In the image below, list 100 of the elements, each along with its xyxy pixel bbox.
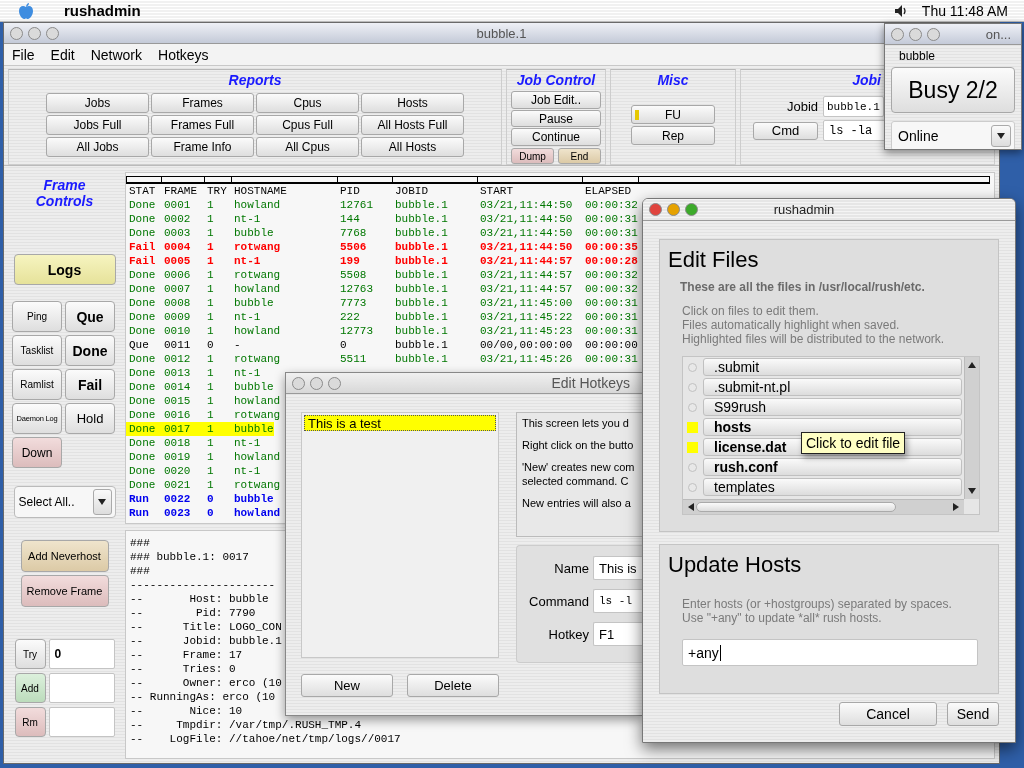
table-row[interactable]: Done 0009 1 nt-1 222 bubble.1 03/21,11:45:22 00:00:31 bbox=[126, 310, 638, 324]
table-row[interactable]: Done 0010 1 howland 12773 bubble.1 03/21,11:45:23 00:00:31 bbox=[126, 324, 638, 338]
frame-button[interactable]: Ramlist bbox=[12, 369, 62, 400]
table-row[interactable]: Fail 0005 1 nt-1 199 bubble.1 03/21,11:44:57 00:00:28 bbox=[126, 254, 638, 268]
report-button[interactable]: All Jobs bbox=[46, 137, 149, 157]
config-entry[interactable]: hosts bbox=[703, 418, 962, 436]
list-item[interactable]: This is a test bbox=[304, 415, 496, 431]
table-row[interactable]: Done 0016 1 rotwang bbox=[126, 408, 281, 422]
jobid-field[interactable]: bubble.1 bbox=[823, 96, 884, 117]
zoom-button[interactable] bbox=[46, 26, 59, 40]
input-field[interactable] bbox=[48, 673, 115, 703]
close-button[interactable] bbox=[292, 376, 305, 390]
column-header[interactable]: TRY bbox=[207, 184, 234, 198]
job-button[interactable]: Job Edit.. bbox=[511, 91, 601, 109]
frame-button[interactable]: Hold bbox=[65, 403, 115, 434]
table-row[interactable]: Done 0003 1 bubble 7768 bubble.1 03/21,11:44:50 00:00:31 bbox=[126, 226, 638, 240]
column-header[interactable]: FRAME bbox=[164, 184, 207, 198]
job-button[interactable]: Continue bbox=[511, 128, 601, 146]
job-button[interactable]: Dump bbox=[511, 148, 554, 164]
hosts-input-field[interactable]: +any bbox=[682, 639, 978, 666]
report-button[interactable]: Frames Full bbox=[151, 115, 254, 135]
misc-button[interactable]: FU bbox=[631, 105, 715, 124]
table-row[interactable]: Done 0019 1 howland bbox=[126, 450, 281, 464]
column-header[interactable]: HOSTNAME bbox=[234, 184, 340, 198]
dialog-button[interactable]: Send bbox=[947, 702, 999, 726]
table-row[interactable]: Done 0002 1 nt-1 144 bubble.1 03/21,11:44:50 00:00:31 bbox=[126, 212, 638, 226]
frame-button[interactable]: Tasklist bbox=[12, 335, 62, 366]
report-button[interactable]: All Hosts Full bbox=[361, 115, 464, 135]
status-button[interactable]: Busy 2/2 bbox=[891, 67, 1015, 113]
menu-item[interactable]: Network bbox=[86, 46, 147, 63]
input-field[interactable]: This is bbox=[593, 556, 642, 580]
report-button[interactable]: Hosts bbox=[361, 93, 464, 113]
table-row[interactable]: Done 0012 1 rotwang 5511 bubble.1 03/21,11:45:26 00:00:31 bbox=[126, 352, 638, 366]
table-row[interactable]: Done 0017 1 bubble bbox=[126, 422, 274, 436]
hotkey-button[interactable]: Delete bbox=[407, 674, 499, 697]
minimize-button[interactable] bbox=[667, 203, 680, 216]
table-row[interactable]: Fail 0004 1 rotwang 5506 bubble.1 03/21,11:44:50 00:00:35 bbox=[126, 240, 638, 254]
config-entry[interactable]: .submit bbox=[703, 358, 962, 376]
zoom-button[interactable] bbox=[927, 27, 940, 41]
table-row[interactable]: Done 0006 1 rotwang 5508 bubble.1 03/21,11:44:57 00:00:32 bbox=[126, 268, 638, 282]
report-button[interactable]: Frames bbox=[151, 93, 254, 113]
table-row[interactable]: Done 0001 1 howland 12761 bubble.1 03/21,11:44:50 00:00:32 bbox=[126, 198, 638, 212]
app-menu[interactable]: rushadmin bbox=[64, 2, 141, 19]
vertical-scrollbar[interactable] bbox=[964, 357, 979, 499]
apple-icon[interactable] bbox=[18, 1, 34, 20]
zoom-button[interactable] bbox=[685, 203, 698, 216]
dialog-button[interactable]: Cancel bbox=[839, 702, 937, 726]
report-button[interactable]: Jobs bbox=[46, 93, 149, 113]
action-button[interactable]: Add Neverhost bbox=[20, 540, 109, 572]
input-field[interactable] bbox=[48, 707, 115, 737]
column-header[interactable]: START bbox=[480, 184, 585, 198]
input-field[interactable]: 0 bbox=[48, 639, 115, 669]
minimize-button[interactable] bbox=[909, 27, 922, 41]
job-button[interactable]: Pause bbox=[511, 109, 601, 128]
misc-button[interactable]: Rep bbox=[631, 126, 715, 145]
report-button[interactable]: All Cpus bbox=[256, 137, 359, 157]
entry-button[interactable]: Try bbox=[14, 639, 46, 669]
report-button[interactable]: Frame Info bbox=[151, 137, 254, 157]
scroll-thumb[interactable] bbox=[696, 502, 896, 512]
close-button[interactable] bbox=[891, 27, 904, 41]
logs-button[interactable]: Logs bbox=[13, 254, 116, 285]
table-row[interactable]: Done 0008 1 bubble 7773 bubble.1 03/21,11:45:00 00:00:31 bbox=[126, 296, 638, 310]
config-entry[interactable]: S99rush bbox=[703, 398, 962, 416]
menu-item[interactable]: Edit bbox=[46, 46, 79, 63]
frame-button[interactable]: Ping bbox=[12, 301, 62, 332]
table-row[interactable]: Done 0014 1 bubble bbox=[126, 380, 274, 394]
entry-button[interactable]: Add bbox=[14, 673, 46, 703]
table-row[interactable]: Done 0021 1 rotwang bbox=[126, 478, 281, 492]
menu-item[interactable]: Hotkeys bbox=[154, 46, 213, 63]
horizontal-scrollbar[interactable] bbox=[683, 499, 964, 514]
speaker-icon[interactable] bbox=[893, 3, 908, 18]
table-row[interactable]: Done 0020 1 nt-1 bbox=[126, 464, 261, 478]
job-button[interactable]: End bbox=[558, 148, 601, 164]
zoom-button[interactable] bbox=[328, 376, 341, 390]
cmd-button[interactable]: Cmd bbox=[753, 121, 818, 140]
config-entry[interactable]: rush.conf bbox=[703, 458, 962, 476]
minimize-button[interactable] bbox=[310, 376, 323, 390]
clock[interactable]: Thu 11:48 AM bbox=[921, 2, 1008, 19]
table-row[interactable]: Done 0018 1 nt-1 bbox=[126, 436, 261, 450]
column-header[interactable]: STAT bbox=[129, 184, 164, 198]
menu-item[interactable]: File bbox=[8, 46, 39, 63]
minimize-button[interactable] bbox=[28, 26, 41, 40]
select-dropdown[interactable]: Select All.. bbox=[13, 486, 116, 518]
table-row[interactable]: Que 0011 0 - 0 bubble.1 00/00,00:00:00 00:00:00 bbox=[126, 338, 638, 352]
action-button[interactable]: Remove Frame bbox=[20, 575, 109, 607]
table-row[interactable]: Run 0022 0 bubble bbox=[126, 492, 274, 506]
table-row[interactable]: Done 0013 1 nt-1 bbox=[126, 366, 261, 380]
hotkey-button[interactable]: New bbox=[301, 674, 393, 697]
column-header[interactable]: JOBID bbox=[395, 184, 480, 198]
column-header[interactable]: ELAPSED bbox=[585, 184, 632, 198]
column-header[interactable]: PID bbox=[340, 184, 395, 198]
entry-button[interactable]: Rm bbox=[14, 707, 46, 737]
config-entry[interactable]: .submit-nt.pl bbox=[703, 378, 962, 396]
close-button[interactable] bbox=[649, 203, 662, 216]
close-button[interactable] bbox=[10, 26, 23, 40]
frame-button[interactable]: Fail bbox=[65, 369, 115, 400]
input-field[interactable]: ls -l bbox=[593, 589, 642, 613]
config-entry[interactable]: templates bbox=[703, 478, 962, 496]
frame-button[interactable]: Que bbox=[65, 301, 115, 332]
report-button[interactable]: Cpus bbox=[256, 93, 359, 113]
